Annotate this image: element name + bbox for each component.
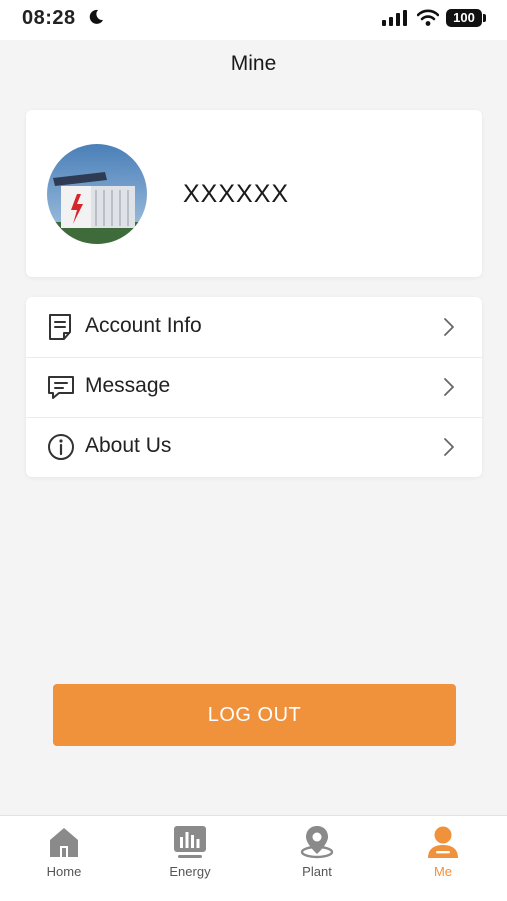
profile-card: XXXXXX	[26, 110, 482, 277]
nav-item-home[interactable]: Home	[19, 824, 109, 894]
avatar[interactable]	[47, 144, 147, 244]
menu-label: Account Info	[85, 314, 202, 337]
avatar-image	[47, 144, 147, 244]
menu-item-message[interactable]: Message	[26, 357, 482, 418]
bottom-nav: Home Energy Plant Me	[0, 815, 507, 901]
home-icon	[50, 828, 78, 857]
energy-icon	[174, 826, 206, 858]
moon-icon	[89, 9, 103, 24]
nav-label: Plant	[302, 864, 332, 879]
menu-item-account-info[interactable]: Account Info	[26, 297, 482, 358]
wifi-icon	[417, 9, 439, 26]
plant-icon	[300, 826, 334, 859]
nav-item-me[interactable]: Me	[398, 824, 488, 894]
status-time: 08:28	[22, 7, 76, 29]
document-icon	[49, 314, 71, 340]
signal-icon	[382, 10, 407, 26]
battery-indicator: 100	[446, 9, 482, 27]
battery-nub	[483, 14, 486, 22]
logout-button[interactable]: LOG OUT	[53, 684, 456, 746]
nav-label: Home	[46, 864, 82, 879]
chevron-right-icon	[444, 438, 454, 456]
message-icon	[48, 376, 74, 399]
nav-item-plant[interactable]: Plant	[272, 824, 362, 894]
page-title: Mine	[230, 52, 277, 75]
me-icon	[428, 826, 458, 858]
chevron-right-icon	[444, 318, 454, 336]
menu-list: Account Info Message About Us	[26, 297, 482, 477]
menu-label: About Us	[85, 434, 172, 457]
status-bar: 08:28 100	[0, 0, 507, 40]
page-header: Mine	[0, 40, 507, 90]
nav-label: Energy	[169, 864, 211, 879]
nav-item-energy[interactable]: Energy	[145, 824, 235, 894]
menu-item-about-us[interactable]: About Us	[26, 417, 482, 477]
nav-label: Me	[433, 864, 453, 879]
info-icon	[48, 434, 74, 460]
menu-label: Message	[85, 374, 171, 397]
chevron-right-icon	[444, 378, 454, 396]
username: XXXXXX	[183, 180, 290, 208]
